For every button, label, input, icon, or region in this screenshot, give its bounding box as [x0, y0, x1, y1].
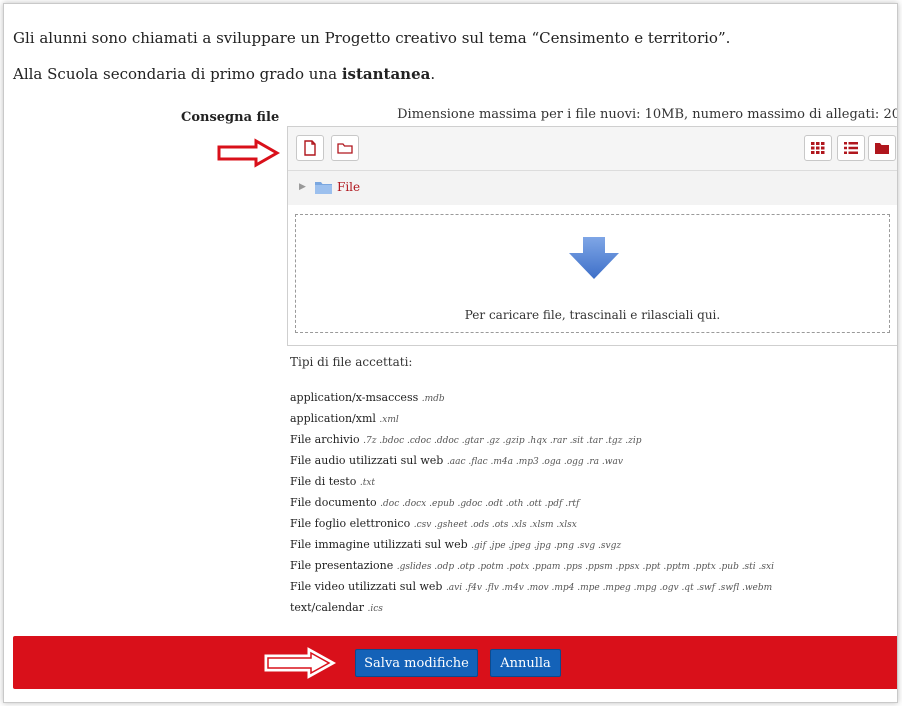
view-list-button[interactable]: [837, 135, 865, 161]
file-type-item: application/x-msaccess .mdb: [290, 388, 774, 409]
folder-icon: [315, 182, 332, 194]
intro-line-2-bold: istantanea: [341, 65, 431, 83]
file-type-name: File immagine utilizzati sul web: [290, 538, 468, 551]
file-path-bar: ▶ File: [288, 171, 897, 205]
file-type-name: File video utilizzati sul web: [290, 580, 443, 593]
file-type-name: File archivio: [290, 433, 360, 446]
file-type-item: File presentazione .gslides .odp .otp .p…: [290, 556, 774, 577]
file-type-name: application/x-msaccess: [290, 391, 419, 404]
file-type-name: application/xml: [290, 412, 376, 425]
view-icons-icon: [811, 142, 825, 154]
view-icons-button[interactable]: [804, 135, 832, 161]
file-picker-toolbar: [288, 127, 897, 171]
file-type-item: application/xml .xml: [290, 409, 774, 430]
file-type-extensions: .gslides .odp .otp .potm .potx .ppam .pp…: [396, 562, 774, 572]
file-type-item: File immagine utilizzati sul web .gif .j…: [290, 535, 774, 556]
view-tree-button[interactable]: [868, 135, 896, 161]
file-type-name: File foglio elettronico: [290, 517, 411, 530]
cancel-button[interactable]: Annulla: [490, 649, 561, 677]
file-type-name: File audio utilizzati sul web: [290, 454, 444, 467]
file-type-item: File documento .doc .docx .epub .gdoc .o…: [290, 493, 774, 514]
form-actions-bar: Salva modifiche Annulla: [13, 636, 897, 689]
max-size-info: Dimensione massima per i file nuovi: 10M…: [397, 107, 898, 122]
accepted-types-list: application/x-msaccess .mdb application/x…: [290, 388, 774, 619]
accepted-types-title: Tipi di file accettati:: [290, 355, 413, 369]
file-type-item: File video utilizzati sul web .avi .f4v …: [290, 577, 774, 598]
file-type-extensions: .gif .jpe .jpeg .jpg .png .svg .svgz: [471, 541, 622, 551]
file-type-name: File documento: [290, 496, 377, 509]
intro-line-2-suffix: .: [430, 65, 436, 83]
file-type-extensions: .avi .f4v .flv .m4v .mov .mp4 .mpe .mpeg…: [445, 583, 773, 593]
file-picker: ▶ File Per caricare file, trascinali e r…: [287, 126, 897, 346]
path-root-link[interactable]: File: [337, 180, 360, 194]
file-type-extensions: .xml: [379, 415, 399, 425]
file-type-name: text/calendar: [290, 601, 364, 614]
intro-line-2-prefix: Alla Scuola secondaria di primo grado un…: [13, 65, 342, 83]
file-type-item: File di testo .txt: [290, 472, 774, 493]
file-submission-label: Consegna file: [181, 110, 280, 125]
file-type-item: File archivio .7z .bdoc .cdoc .ddoc .gta…: [290, 430, 774, 451]
arrow-right-icon: [264, 647, 337, 679]
arrow-down-icon: [569, 237, 619, 279]
file-type-extensions: .txt: [359, 478, 376, 488]
file-type-extensions: .aac .flac .m4a .mp3 .oga .ogg .ra .wav: [446, 457, 623, 467]
expand-arrow-icon[interactable]: ▶: [299, 182, 306, 192]
drop-zone-text: Per caricare file, trascinali e rilascia…: [464, 308, 721, 322]
create-folder-icon: [337, 143, 353, 154]
file-type-extensions: .csv .gsheet .ods .ots .xls .xlsm .xlsx: [413, 520, 577, 530]
add-file-button[interactable]: [296, 135, 324, 161]
file-type-name: File presentazione: [290, 559, 394, 572]
file-type-item: File audio utilizzati sul web .aac .flac…: [290, 451, 774, 472]
intro-line-1: Gli alunni sono chiamati a sviluppare un…: [13, 29, 731, 47]
file-type-extensions: .doc .docx .epub .gdoc .odt .oth .ott .p…: [380, 499, 580, 509]
view-tree-icon: [875, 143, 889, 154]
intro-line-2: Alla Scuola secondaria di primo grado un…: [13, 65, 435, 83]
file-type-extensions: .ics: [367, 604, 383, 614]
arrow-right-icon: [217, 138, 280, 168]
page-frame: Gli alunni sono chiamati a sviluppare un…: [3, 3, 898, 703]
view-list-icon: [844, 142, 858, 154]
file-type-name: File di testo: [290, 475, 357, 488]
drop-zone[interactable]: Per caricare file, trascinali e rilascia…: [295, 214, 890, 333]
file-type-item: File foglio elettronico .csv .gsheet .od…: [290, 514, 774, 535]
file-type-item: text/calendar .ics: [290, 598, 774, 619]
add-file-icon: [304, 140, 316, 156]
file-type-extensions: .7z .bdoc .cdoc .ddoc .gtar .gz .gzip .h…: [363, 436, 642, 446]
file-type-extensions: .mdb: [421, 394, 445, 404]
create-folder-button[interactable]: [331, 135, 359, 161]
save-changes-button[interactable]: Salva modifiche: [355, 649, 478, 677]
